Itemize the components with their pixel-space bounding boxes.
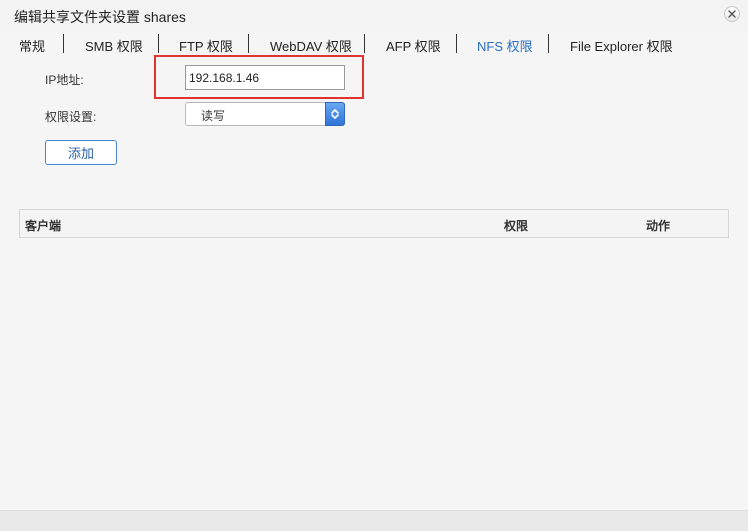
tab-webdav[interactable]: WebDAV 权限 [270, 36, 352, 55]
tab-nfs[interactable]: NFS 权限 [477, 36, 533, 55]
permission-tabs: 常规 SMB 权限 FTP 权限 WebDAV 权限 AFP 权限 NFS 权限… [0, 30, 748, 56]
tab-divider [248, 34, 249, 53]
add-button[interactable]: 添加 [45, 140, 117, 165]
dropdown-toggle[interactable] [325, 102, 345, 126]
column-header-client[interactable]: 客户端 [25, 217, 61, 234]
column-header-permission[interactable]: 权限 [504, 217, 528, 234]
tab-divider [364, 34, 365, 53]
tab-general[interactable]: 常规 [19, 36, 45, 55]
tab-divider [548, 34, 549, 53]
dialog-titlebar: 编辑共享文件夹设置 shares [0, 0, 748, 30]
close-button[interactable] [724, 6, 740, 22]
tab-file-explorer[interactable]: File Explorer 权限 [570, 36, 673, 55]
tab-divider [158, 34, 159, 53]
edit-share-dialog: 编辑共享文件夹设置 shares 常规 SMB 权限 FTP 权限 WebDAV… [0, 0, 748, 531]
permission-selected-value: 读写 [201, 109, 226, 123]
tab-smb[interactable]: SMB 权限 [85, 36, 143, 55]
dialog-footer [0, 510, 748, 531]
chevron-updown-icon [331, 109, 339, 119]
tab-divider [63, 34, 64, 53]
dialog-title: 编辑共享文件夹设置 shares [14, 9, 186, 25]
tab-divider [456, 34, 457, 53]
close-icon [728, 10, 736, 18]
tab-ftp[interactable]: FTP 权限 [179, 36, 233, 55]
nfs-permission-table: 客户端 权限 动作 [19, 209, 729, 238]
column-header-action[interactable]: 动作 [646, 217, 670, 234]
permission-label: 权限设置: [45, 110, 97, 124]
permission-select[interactable]: 读写 [185, 102, 345, 126]
ip-address-input[interactable] [185, 65, 345, 90]
ip-address-label: IP地址: [45, 73, 84, 87]
tab-afp[interactable]: AFP 权限 [386, 36, 441, 55]
